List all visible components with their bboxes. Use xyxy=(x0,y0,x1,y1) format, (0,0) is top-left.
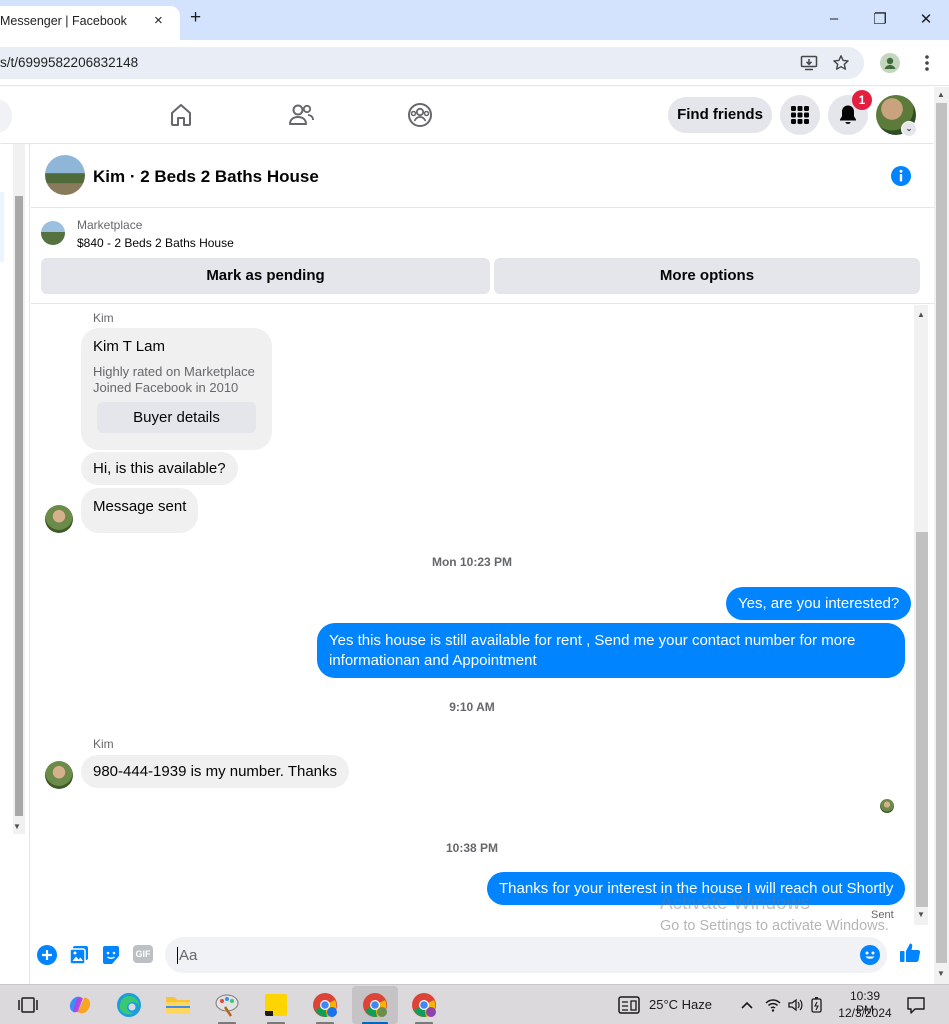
chrome-menu-icon[interactable] xyxy=(919,53,935,73)
clock-date[interactable]: 12/3/2024 xyxy=(836,1006,894,1020)
weather-text[interactable]: 25°C Haze xyxy=(649,997,712,1012)
chat-list-scroll-down-icon[interactable]: ▼ xyxy=(13,822,21,831)
outgoing-message[interactable]: Yes this house is still available for re… xyxy=(317,623,905,678)
sticker-icon[interactable] xyxy=(101,945,121,965)
incoming-message[interactable]: Message sent xyxy=(81,488,199,533)
facebook-top-nav: Find friends 1 ⌄ xyxy=(0,87,934,143)
weather-news-icon[interactable] xyxy=(618,996,640,1014)
activate-windows-hint: Go to Settings to activate Windows. xyxy=(660,918,889,934)
new-tab-button[interactable]: + xyxy=(190,8,201,28)
chrome-active-icon[interactable] xyxy=(361,991,389,1019)
browser-tab-bar: Messenger | Facebook × + – ❐ ✕ xyxy=(0,0,949,40)
gif-icon[interactable]: GIF xyxy=(133,945,153,963)
chevron-down-icon[interactable]: ⌄ xyxy=(901,121,917,137)
copilot-icon[interactable] xyxy=(66,991,94,1019)
chat-list-panel: ▼ xyxy=(0,144,30,984)
scroll-down-arrow-icon[interactable]: ▼ xyxy=(937,969,945,978)
marketplace-banner: Marketplace $840 - 2 Beds 2 Baths House … xyxy=(31,208,934,304)
more-options-button[interactable]: More options xyxy=(494,258,920,294)
mark-as-pending-button[interactable]: Mark as pending xyxy=(41,258,490,294)
task-view-icon[interactable] xyxy=(18,995,38,1015)
conversation-title[interactable]: Kim · 2 Beds 2 Baths House xyxy=(93,167,319,187)
file-explorer-icon[interactable] xyxy=(164,991,192,1019)
chrome-profile-a-icon[interactable] xyxy=(311,991,339,1019)
selected-chat-indicator xyxy=(0,192,4,262)
message-thread: Kim Kim T Lam Highly rated on Marketplac… xyxy=(31,305,914,935)
menu-grid-icon xyxy=(791,106,809,124)
scroll-up-arrow-icon[interactable]: ▲ xyxy=(937,90,945,99)
thread-scroll-down-icon[interactable]: ▼ xyxy=(917,910,925,919)
chrome-profile-b-icon[interactable] xyxy=(410,991,438,1019)
window-close-button[interactable]: ✕ xyxy=(916,10,936,28)
search-field[interactable] xyxy=(0,99,12,133)
find-friends-button[interactable]: Find friends xyxy=(668,97,772,133)
thumbs-up-icon[interactable] xyxy=(899,942,921,964)
seen-indicator-avatar xyxy=(880,799,894,813)
outgoing-message[interactable]: Yes, are you interested? xyxy=(726,587,912,620)
buyer-info-card: Kim T Lam Highly rated on Marketplace Jo… xyxy=(81,328,272,450)
tab-title: Messenger | Facebook xyxy=(0,14,127,28)
message-input[interactable]: Aa xyxy=(165,937,887,973)
buyer-details-button[interactable]: Buyer details xyxy=(97,402,256,433)
photo-icon[interactable] xyxy=(69,945,89,965)
page-scrollbar-thumb[interactable] xyxy=(936,103,947,963)
url-text: s/t/6999582206832148 xyxy=(0,55,139,70)
minimize-button[interactable]: – xyxy=(824,10,844,27)
friends-icon[interactable] xyxy=(288,101,314,129)
message-timestamp: 9:10 AM xyxy=(449,700,495,714)
groups-icon[interactable] xyxy=(407,101,433,129)
listing-thumbnail[interactable] xyxy=(41,221,65,245)
sender-name: Kim xyxy=(93,311,114,325)
listing-title[interactable]: $840 - 2 Beds 2 Baths House xyxy=(77,236,234,250)
message-composer: GIF Aa xyxy=(31,935,934,975)
thread-scroll-up-icon[interactable]: ▲ xyxy=(917,310,925,319)
battery-icon[interactable] xyxy=(810,997,824,1013)
chevron-up-icon[interactable] xyxy=(740,998,754,1012)
notification-center-icon[interactable] xyxy=(906,996,926,1014)
marketplace-label: Marketplace xyxy=(77,218,143,232)
edge-browser-icon[interactable] xyxy=(115,991,143,1019)
message-timestamp: 10:38 PM xyxy=(445,841,499,855)
sender-avatar[interactable] xyxy=(45,761,73,789)
activate-windows-watermark: Activate Windows xyxy=(660,893,810,914)
home-icon[interactable] xyxy=(169,101,193,129)
menu-button[interactable] xyxy=(780,95,820,135)
sender-avatar[interactable] xyxy=(45,505,73,533)
install-app-icon[interactable] xyxy=(800,54,818,72)
tab-close-icon[interactable]: × xyxy=(154,12,163,29)
windows-taskbar: 25°C Haze 10:39 PM 12/3/2024 xyxy=(0,984,949,1024)
buyer-name: Kim T Lam xyxy=(93,338,165,355)
sender-name: Kim xyxy=(93,737,114,751)
url-field[interactable]: s/t/6999582206832148 xyxy=(0,47,864,79)
bookmark-star-icon[interactable] xyxy=(832,54,850,72)
browser-tab[interactable]: Messenger | Facebook × xyxy=(0,6,180,40)
page-scrollbar[interactable]: ▲ ▼ xyxy=(934,87,949,984)
thread-scrollbar-thumb[interactable] xyxy=(916,532,928,907)
address-bar-row: s/t/6999582206832148 xyxy=(0,40,949,86)
conversation-header: Kim · 2 Beds 2 Baths House xyxy=(31,144,934,208)
emoji-icon[interactable] xyxy=(860,945,880,965)
paint-app-icon[interactable] xyxy=(213,991,241,1019)
plus-circle-icon[interactable] xyxy=(37,945,57,965)
sticky-notes-icon[interactable] xyxy=(262,991,290,1019)
message-input-placeholder: Aa xyxy=(177,947,198,964)
info-icon[interactable] xyxy=(890,165,912,187)
chrome-profile-icon[interactable] xyxy=(880,53,900,73)
restore-button[interactable]: ❐ xyxy=(870,10,890,28)
conversation-avatar[interactable] xyxy=(45,155,85,195)
speaker-icon[interactable] xyxy=(787,997,803,1013)
chat-list-scrollbar-thumb[interactable] xyxy=(15,196,23,816)
incoming-message[interactable]: 980-444-1939 is my number. Thanks xyxy=(81,755,350,788)
buyer-rating: Highly rated on Marketplace xyxy=(93,364,255,379)
incoming-message[interactable]: Hi, is this available? xyxy=(81,452,238,485)
message-timestamp: Mon 10:23 PM xyxy=(431,555,512,569)
notification-badge: 1 xyxy=(852,90,872,110)
wifi-icon[interactable] xyxy=(765,997,781,1013)
buyer-joined: Joined Facebook in 2010 xyxy=(93,380,239,395)
